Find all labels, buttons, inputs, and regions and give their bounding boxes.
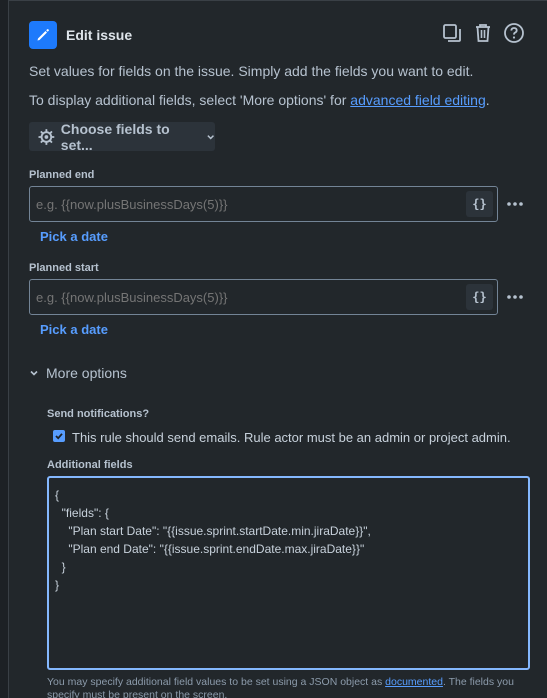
more-options-label: More options bbox=[46, 365, 127, 381]
help-icon[interactable] bbox=[503, 22, 525, 44]
header-tools bbox=[441, 22, 525, 44]
braces-icon: {} bbox=[472, 197, 487, 211]
smart-value-button[interactable]: {} bbox=[466, 284, 493, 310]
planned-start-input[interactable] bbox=[36, 290, 456, 305]
advanced-field-editing-link[interactable]: advanced field editing bbox=[350, 92, 485, 108]
planned-end-label: Planned end bbox=[29, 169, 95, 181]
pencil-icon bbox=[29, 21, 57, 49]
additional-fields-help: You may specify additional field values … bbox=[47, 676, 537, 698]
braces-icon: {} bbox=[472, 290, 487, 304]
planned-start-field[interactable]: {} bbox=[29, 279, 498, 315]
edit-issue-panel: Edit issue Set values for fields on the … bbox=[8, 0, 547, 698]
panel-header: Edit issue bbox=[29, 20, 533, 50]
additional-fields-label: Additional fields bbox=[47, 459, 133, 471]
gear-icon bbox=[38, 128, 55, 145]
more-options-toggle[interactable]: More options bbox=[29, 365, 127, 381]
description-text: Set values for fields on the issue. Simp… bbox=[29, 63, 474, 79]
smart-value-button[interactable]: {} bbox=[466, 191, 493, 217]
additional-fields-json[interactable]: { "fields": { "Plan start Date": "{{issu… bbox=[55, 486, 371, 594]
more-actions-icon[interactable] bbox=[504, 193, 526, 215]
panel-title: Edit issue bbox=[66, 27, 133, 43]
description-advanced-text: To display additional fields, select 'Mo… bbox=[29, 92, 490, 108]
choose-fields-label: Choose fields to set... bbox=[60, 120, 170, 153]
send-notifications-label: Send notifications? bbox=[47, 408, 150, 420]
checkmark-icon bbox=[55, 433, 63, 440]
planned-end-input[interactable] bbox=[36, 197, 456, 212]
pick-a-date-link[interactable]: Pick a date bbox=[40, 322, 108, 337]
help-prefix: You may specify additional field values … bbox=[47, 676, 386, 688]
description-advanced-suffix: . bbox=[485, 92, 490, 108]
documented-link[interactable]: documented bbox=[385, 676, 443, 688]
additional-fields-editor[interactable]: { "fields": { "Plan start Date": "{{issu… bbox=[47, 476, 530, 670]
send-notifications-checkbox[interactable] bbox=[53, 430, 65, 442]
description-advanced-prefix: To display additional fields, select 'Mo… bbox=[29, 92, 351, 108]
chevron-down-icon bbox=[30, 370, 38, 376]
planned-end-field[interactable]: {} bbox=[29, 186, 498, 222]
chevron-down-icon bbox=[207, 134, 214, 139]
send-notifications-text: This rule should send emails. Rule actor… bbox=[72, 430, 511, 445]
copy-icon[interactable] bbox=[441, 22, 463, 44]
planned-start-label: Planned start bbox=[29, 262, 99, 274]
choose-fields-button[interactable]: Choose fields to set... bbox=[29, 120, 215, 153]
pick-a-date-link[interactable]: Pick a date bbox=[40, 229, 108, 244]
more-actions-icon[interactable] bbox=[504, 286, 526, 308]
trash-icon[interactable] bbox=[472, 22, 494, 44]
